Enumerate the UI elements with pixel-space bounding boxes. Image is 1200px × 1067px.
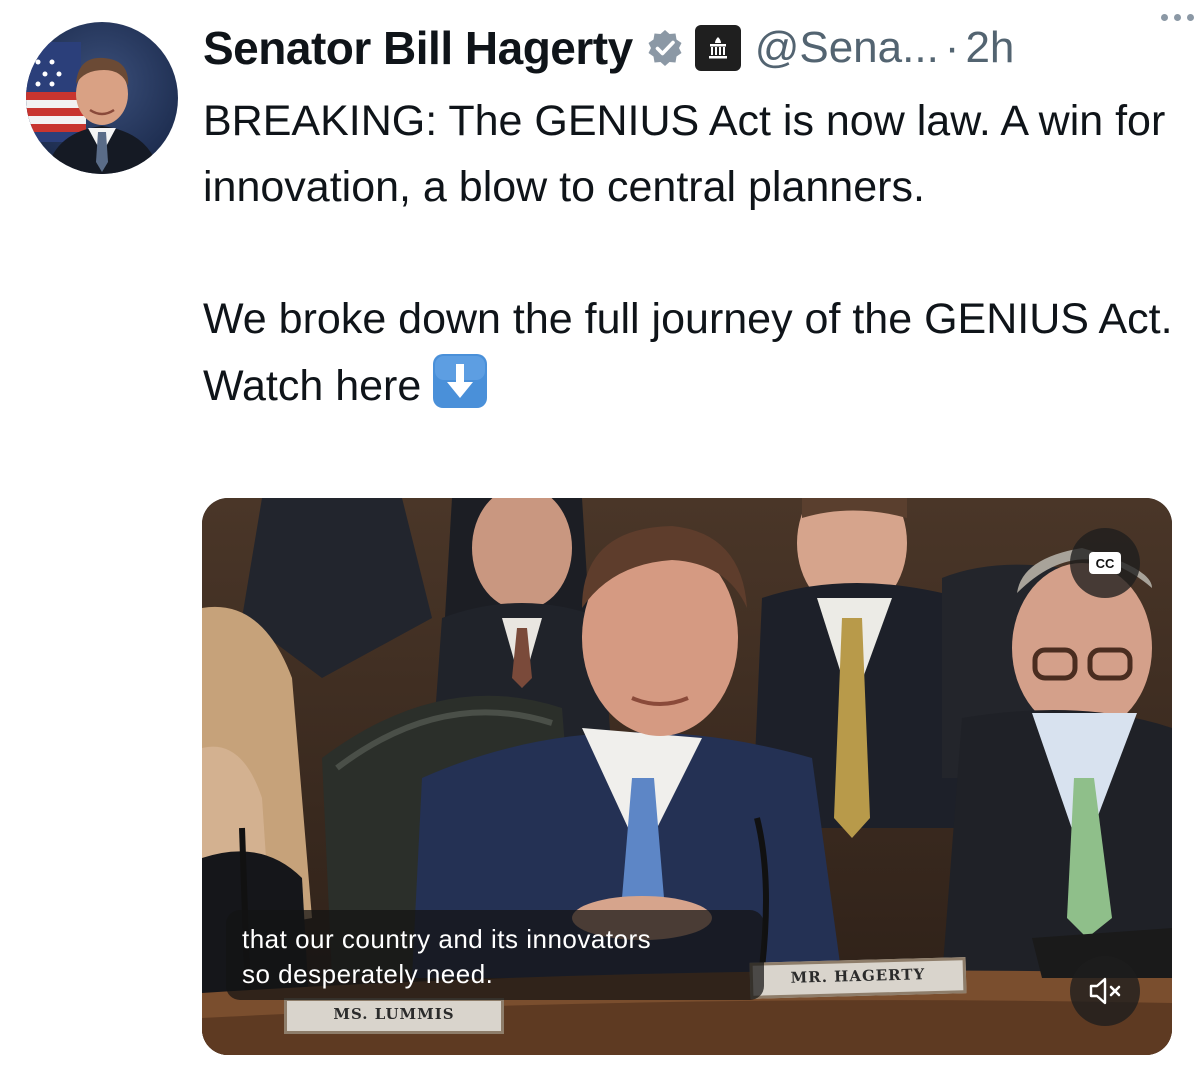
tweet-paragraph-2: We broke down the full journey of the GE… [203, 286, 1183, 419]
avatar[interactable] [26, 22, 178, 174]
video-player[interactable]: MS. LUMMIS MR. HAGERTY that our country … [202, 498, 1172, 1055]
tweet-timestamp[interactable]: 2h [965, 23, 1014, 73]
speaker-muted-icon [1089, 977, 1121, 1005]
author-handle[interactable]: @Sena... [755, 23, 939, 73]
more-options-icon[interactable] [1161, 14, 1194, 21]
down-arrow-button-emoji [433, 354, 488, 408]
mute-toggle-button[interactable] [1070, 956, 1140, 1026]
video-caption: that our country and its innovators so d… [226, 910, 764, 1000]
tweet-header: Senator Bill Hagerty @Sena... · 2h [203, 18, 1173, 78]
closed-captions-button[interactable]: CC [1070, 528, 1140, 598]
cc-icon: CC [1089, 552, 1121, 574]
government-building-icon[interactable] [694, 25, 741, 71]
caption-line-1: that our country and its innovators [242, 924, 652, 954]
tweet-paragraph-2-text: We broke down the full journey of the GE… [203, 295, 1173, 410]
header-separator: · [944, 23, 960, 72]
caption-line-2: so desperately need. [242, 959, 494, 989]
tweet-paragraph-1: BREAKING: The GENIUS Act is now law. A w… [203, 97, 1166, 211]
verified-check-icon [648, 30, 682, 66]
tweet-text: BREAKING: The GENIUS Act is now law. A w… [203, 88, 1183, 419]
nameplate-hagerty: MR. HAGERTY [749, 957, 967, 999]
author-display-name[interactable]: Senator Bill Hagerty [203, 21, 633, 75]
nameplate-lummis: MS. LUMMIS [284, 998, 504, 1034]
